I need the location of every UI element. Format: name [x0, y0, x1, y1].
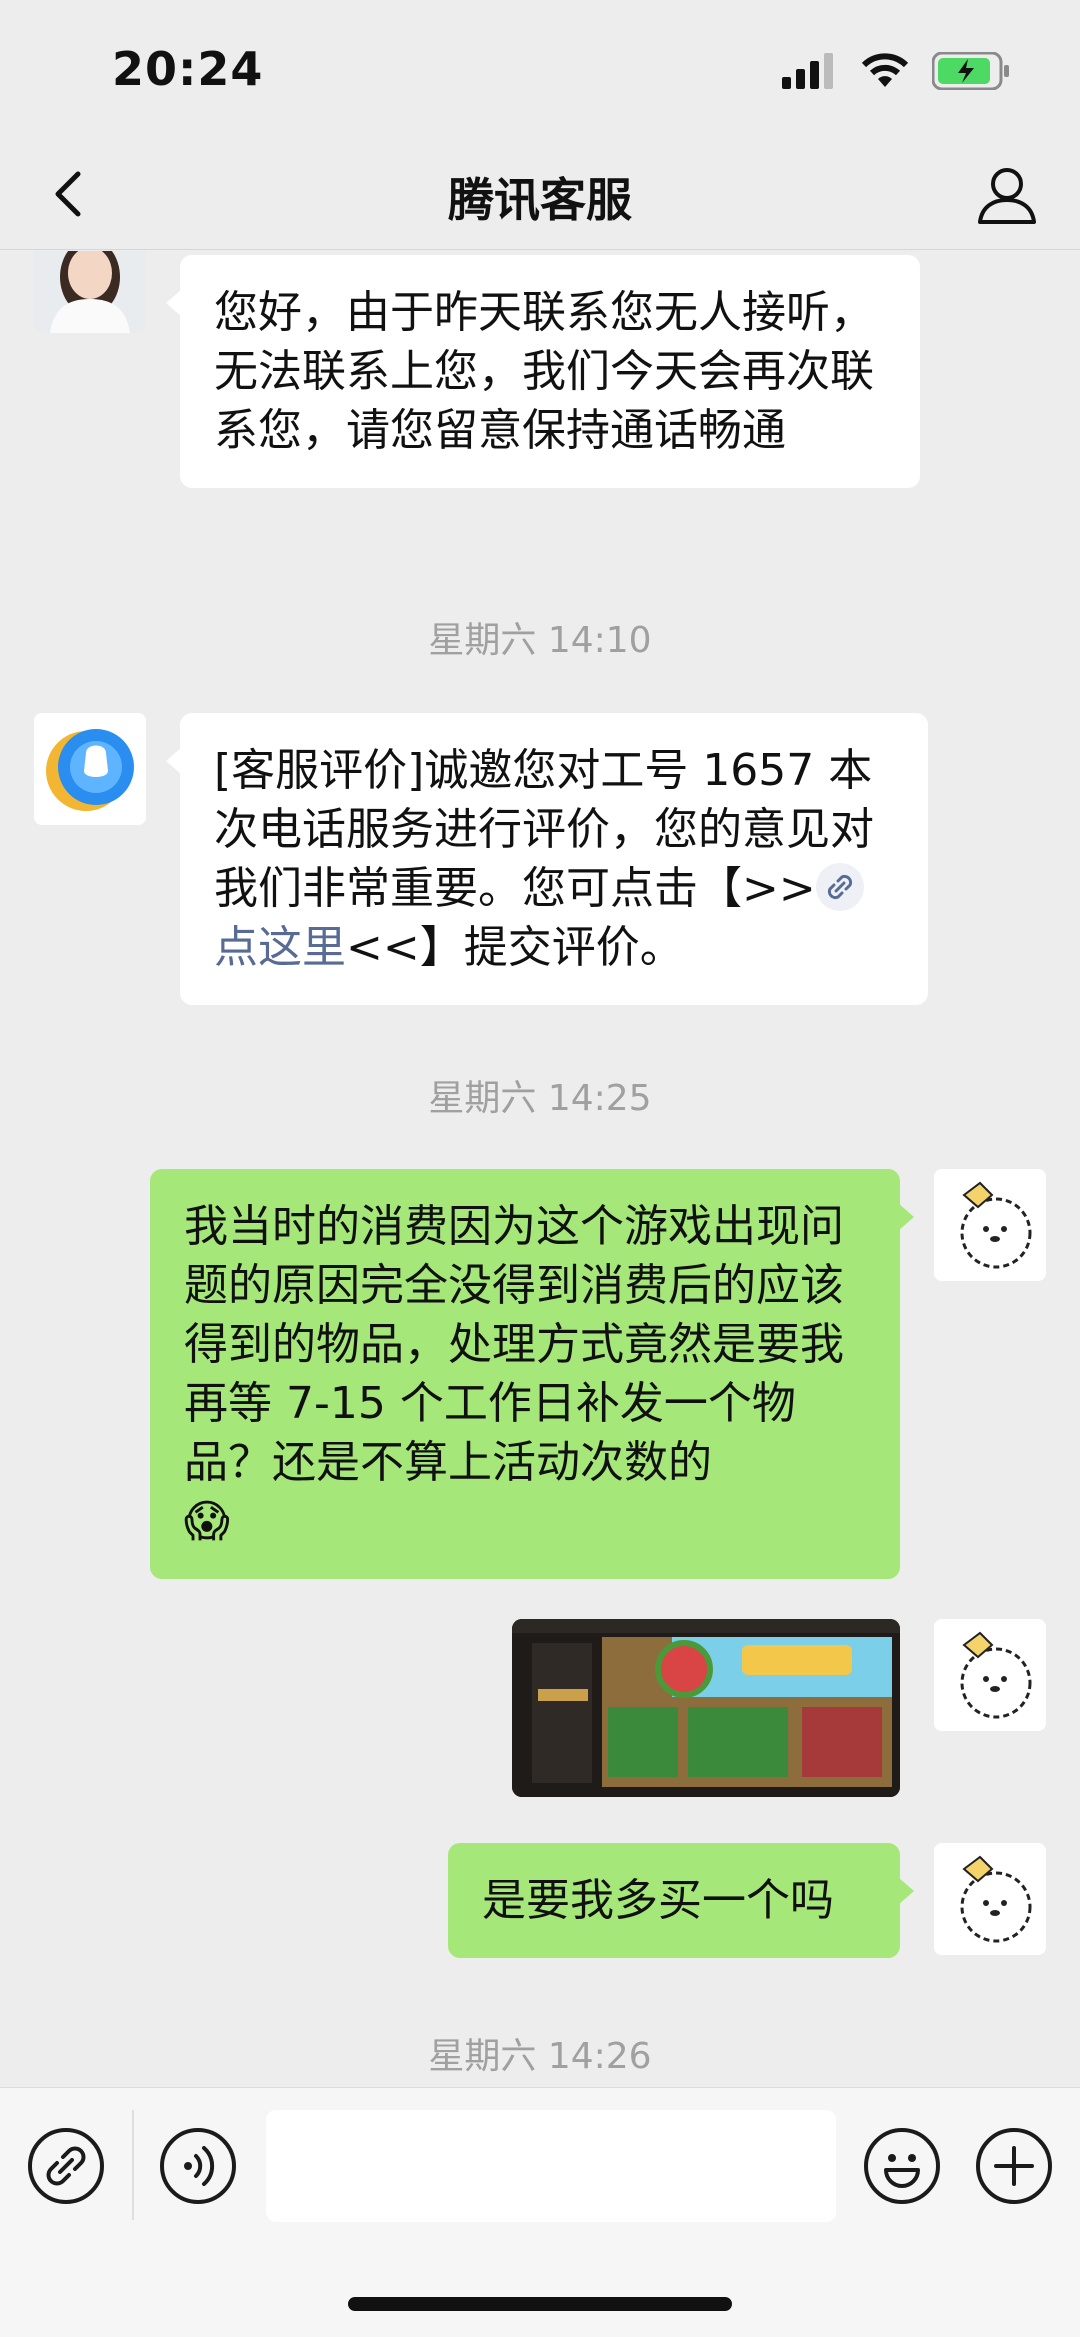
- status-icons: [782, 52, 1010, 90]
- fluffy-dog-avatar-icon: [934, 1169, 1046, 1281]
- chat-message-list[interactable]: 您好，由于昨天联系您无人接听，无法联系上您，我们今天会再次联系您，请您留意保持通…: [0, 251, 1080, 2087]
- status-bar: 20:24: [0, 0, 1080, 140]
- fluffy-dog-avatar-icon: [934, 1843, 1046, 1955]
- game-screenshot-image: [512, 1619, 900, 1797]
- agent-photo-icon: [34, 251, 146, 333]
- timestamp: 星期六 14:26: [428, 2036, 652, 2077]
- timestamp: 星期六 14:25: [428, 1078, 652, 1119]
- message-bubble-outgoing[interactable]: 我当时的消费因为这个游戏出现问题的原因完全没得到消费后的应该得到的物品，处理方式…: [150, 1169, 914, 1579]
- link-icon: [46, 2146, 86, 2186]
- message-bubble-incoming[interactable]: [客服评价]诚邀您对工号 1657 本次电话服务进行评价，您的意见对我们非常重要…: [166, 713, 928, 1005]
- page-title: 腾讯客服: [448, 173, 632, 227]
- person-icon[interactable]: [974, 162, 1040, 228]
- timestamp: 星期六 14:10: [428, 620, 652, 661]
- link-icon: [815, 863, 864, 911]
- divider: [132, 2110, 134, 2220]
- message-text: 是要我多买一个吗: [482, 1875, 834, 1926]
- home-indicator[interactable]: [348, 2297, 732, 2311]
- nav-bar: 腾讯客服: [0, 140, 1080, 250]
- user-avatar[interactable]: [934, 1619, 1046, 1731]
- message-text: [客服评价]诚邀您对工号 1657 本次电话服务进行评价，您的意见对我们非常重要…: [214, 745, 874, 914]
- message-text: 我当时的消费因为这个游戏出现问题的原因完全没得到消费后的应该得到的物品，处理方式…: [184, 1201, 844, 1488]
- agent-avatar[interactable]: [34, 251, 146, 333]
- plus-button[interactable]: [976, 2128, 1052, 2204]
- user-avatar[interactable]: [934, 1169, 1046, 1281]
- message-input[interactable]: [266, 2110, 836, 2222]
- emoji-button[interactable]: [864, 2128, 940, 2204]
- wifi-icon: [861, 53, 909, 87]
- image-message[interactable]: [512, 1619, 900, 1797]
- mini-program-button[interactable]: [28, 2128, 104, 2204]
- status-time: 20:24: [112, 42, 264, 96]
- message-bubble-outgoing[interactable]: 是要我多买一个吗: [448, 1843, 914, 1958]
- scream-emoji: 😱: [184, 1496, 230, 1547]
- voice-icon: [184, 2146, 215, 2186]
- smiley-icon: [884, 2154, 920, 2188]
- service-logo-avatar[interactable]: [34, 713, 146, 825]
- message-text: <<】提交评价。: [346, 922, 684, 973]
- user-avatar[interactable]: [934, 1843, 1046, 1955]
- fluffy-dog-avatar-icon: [934, 1619, 1046, 1731]
- signal-icon: [782, 53, 833, 89]
- rating-link[interactable]: 点这里: [214, 922, 346, 973]
- battery-icon: [932, 52, 1009, 90]
- message-bubble-incoming[interactable]: 您好，由于昨天联系您无人接听，无法联系上您，我们今天会再次联系您，请您留意保持通…: [166, 255, 920, 488]
- message-text: 您好，由于昨天联系您无人接听，无法联系上您，我们今天会再次联系您，请您留意保持通…: [214, 287, 874, 456]
- voice-button[interactable]: [160, 2128, 236, 2204]
- plus-icon: [994, 2146, 1034, 2186]
- qq-service-logo-icon: [34, 713, 146, 825]
